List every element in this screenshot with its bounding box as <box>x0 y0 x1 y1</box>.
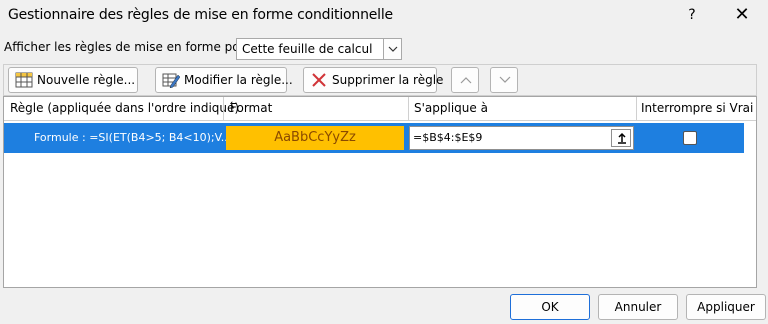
column-header-format[interactable]: Format <box>230 101 272 115</box>
close-button[interactable]: ✕ <box>730 3 754 27</box>
column-divider <box>408 97 409 121</box>
stop-if-true-checkbox[interactable] <box>683 131 697 145</box>
chevron-down-icon[interactable] <box>383 39 401 59</box>
new-rule-button[interactable]: Nouvelle règle... <box>8 67 138 93</box>
table-grid-icon <box>15 72 33 88</box>
show-rules-label: Afficher les règles de mise en forme pou… <box>4 40 261 54</box>
show-rules-dropdown[interactable]: Cette feuille de calcul <box>236 38 402 60</box>
move-down-button[interactable] <box>490 67 518 93</box>
rules-grid: Règle (appliquée dans l'ordre indiqué) F… <box>3 96 757 288</box>
grid-header: Règle (appliquée dans l'ordre indiqué) F… <box>4 97 756 121</box>
edit-rule-label: Modifier la règle... <box>184 73 293 87</box>
cancel-button[interactable]: Annuler <box>598 294 678 320</box>
column-divider <box>636 97 637 121</box>
new-rule-label: Nouvelle règle... <box>37 73 136 87</box>
column-header-stop-if-true[interactable]: Interrompre si Vrai <box>641 101 753 115</box>
format-preview: AaBbCcYyZz <box>226 126 404 150</box>
column-divider <box>223 97 224 121</box>
collapse-dialog-button[interactable] <box>611 129 631 147</box>
help-button[interactable]: ? <box>680 3 704 27</box>
delete-rule-label: Supprimer la règle <box>332 73 444 87</box>
edit-table-icon <box>162 72 181 89</box>
arrow-up-icon <box>618 132 626 144</box>
ok-button[interactable]: OK <box>510 294 590 320</box>
dialog-title: Gestionnaire des règles de mise en forme… <box>8 7 393 23</box>
applies-to-value: =$B$4:$E$9 <box>413 131 483 144</box>
applies-to-field[interactable]: =$B$4:$E$9 <box>409 126 634 150</box>
title-bar: Gestionnaire des règles de mise en forme… <box>0 0 768 30</box>
column-header-rule[interactable]: Règle (appliquée dans l'ordre indiqué) <box>10 101 239 115</box>
edit-rule-button[interactable]: Modifier la règle... <box>155 67 293 93</box>
column-header-applies-to[interactable]: S'applique à <box>414 101 488 115</box>
table-row[interactable]: Formule : =SI(ET(B4>5; B4<10);V... AaBbC… <box>4 123 744 153</box>
apply-button[interactable]: Appliquer <box>686 294 766 320</box>
chevron-down-icon <box>499 76 511 83</box>
move-up-button[interactable] <box>451 67 479 93</box>
show-rules-selected: Cette feuille de calcul <box>242 42 373 56</box>
delete-rule-button[interactable]: Supprimer la règle <box>303 67 443 93</box>
chevron-up-icon <box>460 77 472 84</box>
rule-description: Formule : =SI(ET(B4>5; B4<10);V... <box>34 131 232 144</box>
delete-x-icon <box>310 72 328 88</box>
